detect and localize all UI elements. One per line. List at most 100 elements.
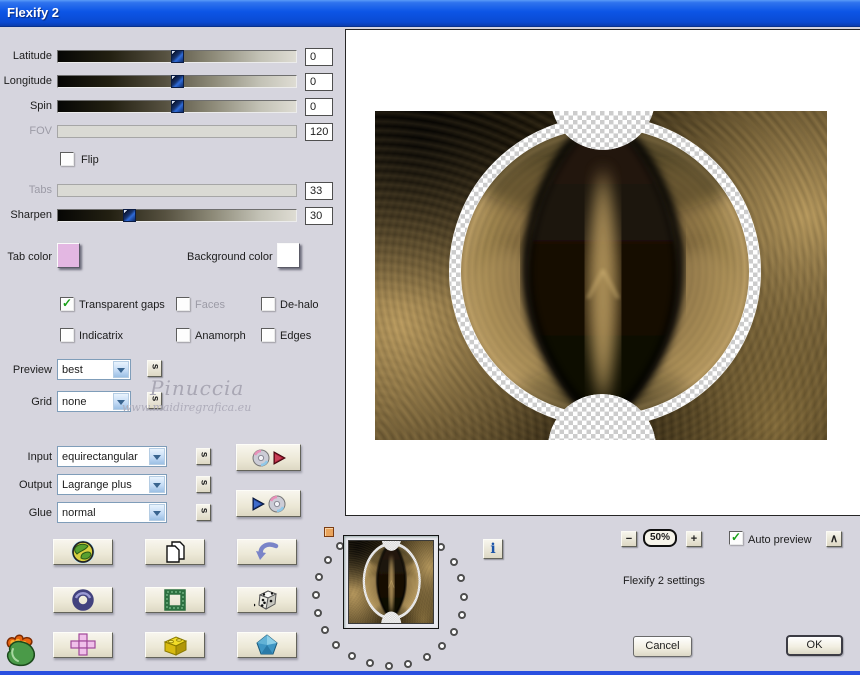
ring-dot[interactable] <box>457 574 465 582</box>
brick-button[interactable] <box>145 632 205 658</box>
longitude-value-input[interactable]: 0 <box>305 73 333 91</box>
settings-status-text: Flexify 2 settings <box>623 575 705 587</box>
zoom-out-button[interactable]: − <box>621 531 637 547</box>
ring-dot[interactable] <box>450 628 458 636</box>
red-play-arrow-icon <box>273 451 286 465</box>
unfolded-cube-icon <box>68 633 98 657</box>
spin-slider[interactable] <box>57 100 297 113</box>
sharpen-value-input[interactable]: 30 <box>305 207 333 225</box>
tab-color-swatch[interactable] <box>57 243 80 268</box>
dice-button[interactable] <box>237 587 297 613</box>
tabs-slider <box>57 184 297 197</box>
dice-icon <box>254 587 280 613</box>
torus-button[interactable] <box>53 587 113 613</box>
settings-thumbnail[interactable] <box>343 535 439 629</box>
sharpen-slider-thumb[interactable] <box>123 209 136 222</box>
load-settings-button[interactable] <box>236 444 301 471</box>
transparent-gaps-checkbox[interactable]: ✓ <box>60 297 74 311</box>
ok-button[interactable]: OK <box>786 635 843 656</box>
output-surprise-button[interactable]: s <box>196 476 211 493</box>
gem-icon <box>255 633 279 657</box>
watermark-site: www.maidiregrafica.eu <box>122 401 251 414</box>
copy-button[interactable] <box>145 539 205 565</box>
sharpen-slider[interactable] <box>57 209 297 222</box>
preview-mode-select[interactable]: best <box>57 359 131 380</box>
ring-dot[interactable] <box>385 662 393 670</box>
cd-disc-icon <box>268 495 286 513</box>
ring-dot[interactable] <box>366 659 374 667</box>
preview-image[interactable] <box>375 111 827 440</box>
chevron-down-icon[interactable] <box>113 361 129 378</box>
save-settings-button[interactable] <box>236 490 301 517</box>
spin-label: Spin <box>0 100 52 113</box>
anamorph-checkbox[interactable]: ✓ <box>176 328 190 342</box>
glue-select[interactable]: normal <box>57 502 167 523</box>
longitude-slider-thumb[interactable] <box>171 75 184 88</box>
indicatrix-label: Indicatrix <box>79 329 123 343</box>
brick-icon <box>161 633 189 657</box>
latitude-slider[interactable] <box>57 50 297 63</box>
preview-surprise-button[interactable]: s <box>147 360 162 377</box>
spin-value-input[interactable]: 0 <box>305 98 333 116</box>
output-select[interactable]: Lagrange plus <box>57 474 167 495</box>
collapse-button[interactable]: ∧ <box>826 531 842 547</box>
flexify2-dialog: { "window": { "title": "Flexify 2" }, "s… <box>0 0 860 675</box>
ring-dot[interactable] <box>423 653 431 661</box>
ring-dot[interactable] <box>348 652 356 660</box>
faces-checkbox: ✓ <box>176 297 190 311</box>
chevron-down-icon[interactable] <box>149 504 165 521</box>
edges-label: Edges <box>280 329 311 343</box>
auto-preview-label: Auto preview <box>748 533 812 547</box>
background-color-swatch[interactable] <box>277 243 300 268</box>
fov-value-input[interactable]: 120 <box>305 123 333 141</box>
anamorph-label: Anamorph <box>195 329 246 343</box>
tabs-label: Tabs <box>0 184 52 197</box>
preview-mode-label: Preview <box>0 364 52 377</box>
ring-dot[interactable] <box>312 591 320 599</box>
memory-dot-swatch[interactable] <box>324 527 334 537</box>
unfolded-cube-button[interactable] <box>53 632 113 658</box>
input-surprise-button[interactable]: s <box>196 448 211 465</box>
ring-dot[interactable] <box>321 626 329 634</box>
zoom-in-button[interactable]: + <box>686 531 702 547</box>
globe-button[interactable] <box>53 539 113 565</box>
spin-slider-thumb[interactable] <box>171 100 184 113</box>
cancel-button[interactable]: Cancel <box>633 636 692 657</box>
glue-surprise-button[interactable]: s <box>196 504 211 521</box>
auto-preview-checkbox[interactable]: ✓ <box>729 531 743 545</box>
ring-dot[interactable] <box>438 642 446 650</box>
watermark-name: Pinuccia <box>150 376 244 400</box>
grid-mode-select[interactable]: none <box>57 391 131 412</box>
ring-dot[interactable] <box>324 556 332 564</box>
ring-dot[interactable] <box>332 641 340 649</box>
frame-button[interactable] <box>145 587 205 613</box>
undo-button[interactable] <box>237 539 297 565</box>
ring-dot[interactable] <box>460 593 468 601</box>
blue-play-arrow-icon <box>252 497 265 511</box>
ring-dot[interactable] <box>315 573 323 581</box>
titlebar[interactable]: Flexify 2 <box>0 0 860 27</box>
window-bottom-border <box>0 671 860 675</box>
flip-checkbox[interactable]: ✓ <box>60 152 74 166</box>
latitude-slider-thumb[interactable] <box>171 50 184 63</box>
fov-label: FOV <box>0 125 52 138</box>
ring-dot[interactable] <box>314 609 322 617</box>
indicatrix-checkbox[interactable]: ✓ <box>60 328 74 342</box>
chevron-down-icon[interactable] <box>149 476 165 493</box>
latitude-label: Latitude <box>0 50 52 63</box>
tabs-value-input[interactable]: 33 <box>305 182 333 200</box>
info-button[interactable]: i <box>483 539 503 559</box>
zoom-level[interactable]: 50% <box>643 529 677 547</box>
ring-dot[interactable] <box>450 558 458 566</box>
ring-dot[interactable] <box>458 611 466 619</box>
de-halo-checkbox[interactable]: ✓ <box>261 297 275 311</box>
input-select[interactable]: equirectangular <box>57 446 167 467</box>
gem-button[interactable] <box>237 632 297 658</box>
longitude-label: Longitude <box>0 75 52 88</box>
ring-dot[interactable] <box>404 660 412 668</box>
chevron-down-icon[interactable] <box>149 448 165 465</box>
edges-checkbox[interactable]: ✓ <box>261 328 275 342</box>
longitude-slider[interactable] <box>57 75 297 88</box>
latitude-value-input[interactable]: 0 <box>305 48 333 66</box>
window-title: Flexify 2 <box>0 0 860 20</box>
